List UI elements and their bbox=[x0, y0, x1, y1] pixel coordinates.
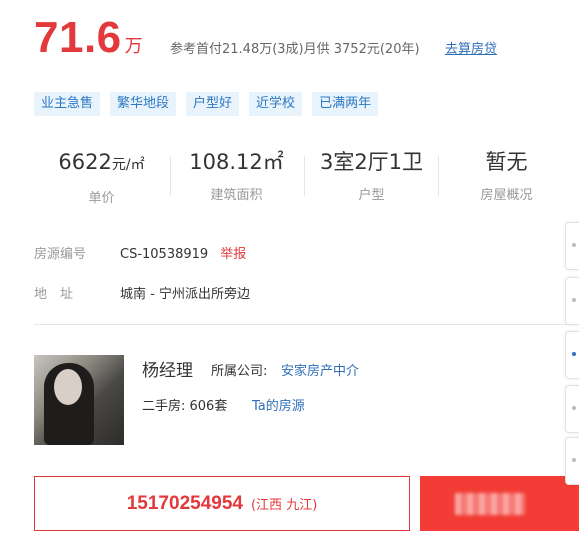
listing-number: CS-10538919 bbox=[120, 247, 209, 262]
side-toolbar-item[interactable] bbox=[565, 222, 579, 270]
second-hand-count: 二手房: 606套 bbox=[142, 399, 228, 414]
avatar-face bbox=[54, 369, 82, 405]
tag: 近学校 bbox=[249, 92, 303, 116]
stat-label: 房屋概况 bbox=[480, 188, 533, 203]
section-divider bbox=[34, 324, 579, 325]
stat-unit-price: 6622元/㎡ 单价 bbox=[34, 148, 169, 206]
stat-area: 108.12㎡ 建筑面积 bbox=[169, 148, 304, 203]
phone-region: (江西 九江) bbox=[250, 498, 318, 513]
tag: 已满两年 bbox=[312, 92, 379, 116]
agent-avatar[interactable] bbox=[34, 355, 124, 445]
phone-contact-box[interactable]: 15170254954 (江西 九江) bbox=[34, 476, 410, 531]
side-toolbar-icon bbox=[572, 298, 576, 302]
tag: 繁华地段 bbox=[110, 92, 177, 116]
payment-reference: 参考首付21.48万(3成)月供 3752元(20年) bbox=[170, 42, 420, 57]
stat-label: 户型 bbox=[358, 188, 385, 203]
price-block: 71.6 万 bbox=[34, 14, 143, 62]
side-toolbar-icon bbox=[572, 406, 576, 410]
stat-condition: 暂无 房屋概况 bbox=[439, 148, 574, 203]
address-value: 城南 - 宁州派出所旁边 bbox=[120, 287, 250, 302]
address-label: 地 址 bbox=[34, 287, 74, 302]
contact-agent-button[interactable] bbox=[420, 476, 579, 531]
total-price: 71.6 bbox=[34, 13, 122, 62]
property-stats: 6622元/㎡ 单价 108.12㎡ 建筑面积 3室2厅1卫 户型 暂无 房屋概… bbox=[34, 148, 564, 208]
agent-listings-link[interactable]: Ta的房源 bbox=[252, 395, 305, 414]
side-toolbar-item[interactable] bbox=[565, 277, 579, 325]
side-toolbar-item[interactable] bbox=[565, 385, 579, 433]
phone-number: 15170254954 bbox=[126, 492, 243, 514]
address-row: 地 址 城南 - 宁州派出所旁边 bbox=[34, 283, 250, 302]
feature-tags: 业主急售 繁华地段 户型好 近学校 已满两年 bbox=[34, 92, 388, 116]
mortgage-calculator-link[interactable]: 去算房贷 bbox=[445, 38, 497, 57]
agency-link[interactable]: 安家房产中介 bbox=[281, 360, 359, 379]
side-toolbar-icon bbox=[572, 243, 576, 247]
blurred-button-label bbox=[455, 493, 525, 515]
stat-label: 单价 bbox=[88, 191, 115, 206]
company-label: 所属公司: bbox=[211, 364, 268, 379]
listing-number-row: 房源编号 CS-10538919 举报 bbox=[34, 243, 246, 262]
price-unit: 万 bbox=[124, 36, 143, 57]
stat-value: 108.12㎡ bbox=[189, 150, 284, 174]
tag: 户型好 bbox=[186, 92, 240, 116]
stat-layout: 3室2厅1卫 户型 bbox=[304, 148, 439, 203]
stat-value: 6622 bbox=[58, 150, 112, 174]
side-toolbar-icon bbox=[572, 352, 576, 356]
tag: 业主急售 bbox=[34, 92, 101, 116]
stat-value: 暂无 bbox=[485, 150, 528, 174]
agent-name[interactable]: 杨经理 bbox=[142, 356, 193, 381]
stat-value: 3室2厅1卫 bbox=[319, 150, 424, 174]
side-toolbar-item[interactable] bbox=[565, 331, 579, 379]
stat-unit: 元/㎡ bbox=[111, 157, 145, 173]
listing-number-label: 房源编号 bbox=[34, 247, 87, 262]
report-link[interactable]: 举报 bbox=[220, 247, 246, 262]
side-toolbar-item[interactable] bbox=[565, 437, 579, 485]
side-toolbar-icon bbox=[572, 458, 576, 462]
stat-label: 建筑面积 bbox=[210, 188, 263, 203]
